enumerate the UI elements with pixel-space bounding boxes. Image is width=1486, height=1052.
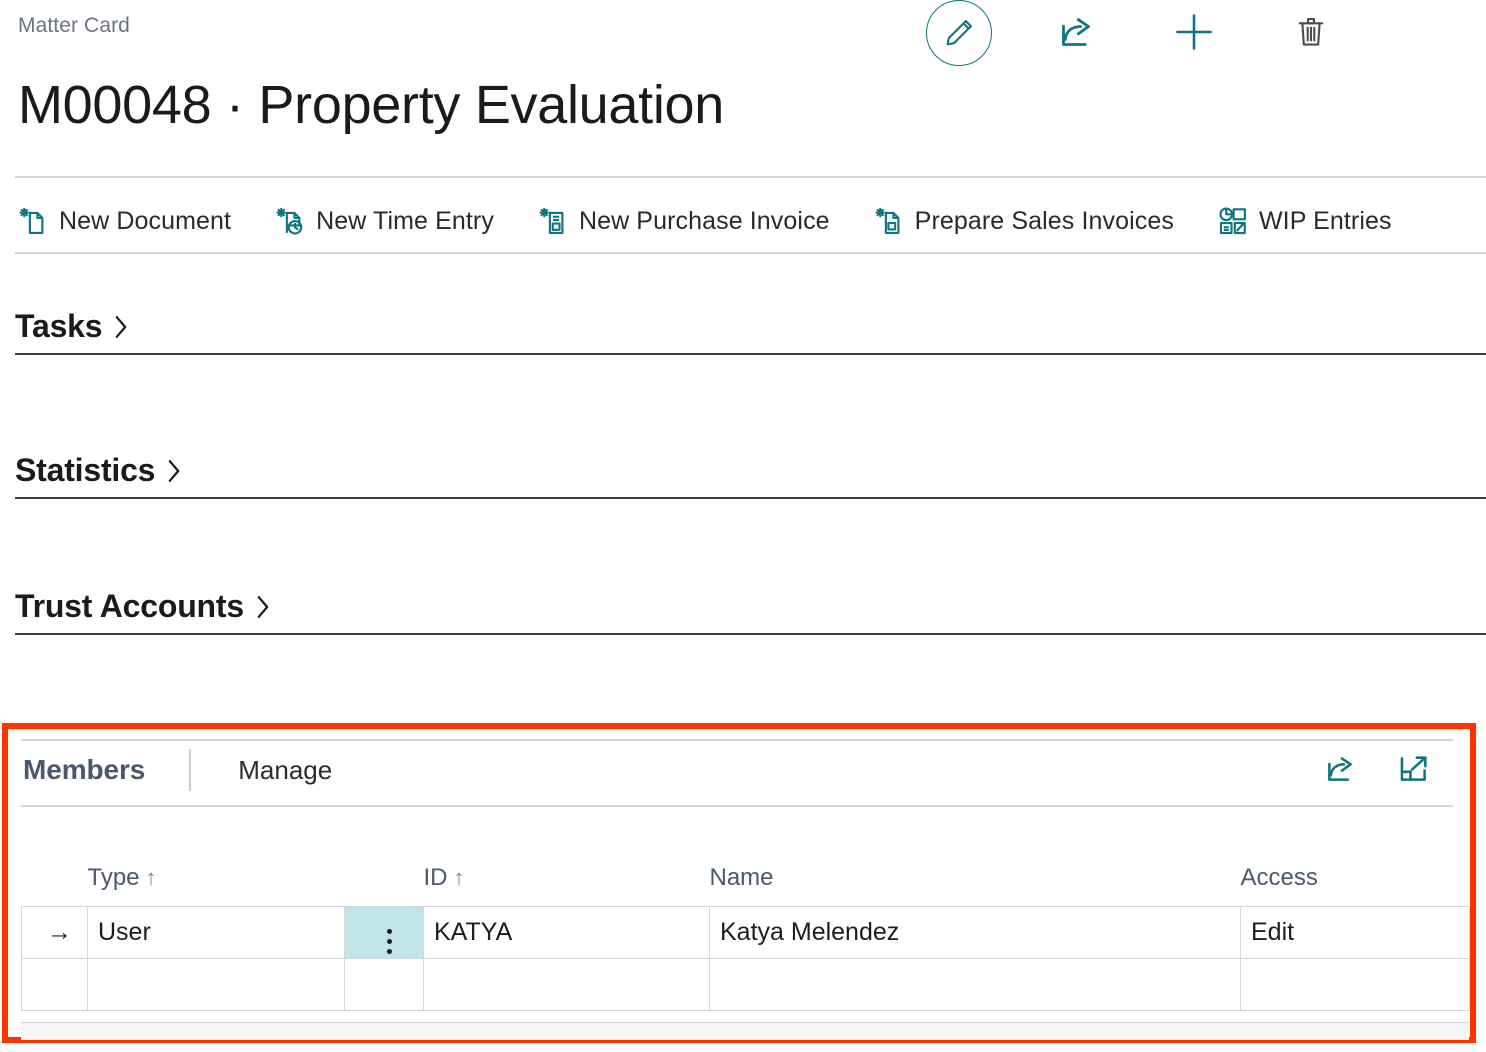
th-access[interactable]: Access	[1241, 864, 1470, 907]
plus-icon	[1172, 10, 1216, 57]
edit-button[interactable]	[900, 0, 1018, 66]
section-tasks-header[interactable]: Tasks	[15, 308, 1486, 353]
members-header-icons	[1322, 752, 1432, 788]
members-expand-button[interactable]	[1396, 752, 1432, 788]
prepare-sales-invoices-action[interactable]: Prepare Sales Invoices	[874, 206, 1174, 236]
th-type-label: Type	[87, 864, 140, 891]
header-vertical-divider	[189, 749, 192, 791]
members-caption: Members	[23, 754, 146, 785]
breadcrumb: Matter Card	[18, 14, 130, 37]
cell-name[interactable]: Katya Melendez	[709, 906, 1241, 959]
members-panel-header: Members Manage	[8, 743, 1470, 797]
cell-access[interactable]	[1240, 958, 1470, 1011]
section-title: Tasks	[15, 308, 103, 344]
row-indicator: →	[21, 906, 88, 959]
cell-name[interactable]	[709, 958, 1241, 1011]
action-label: New Document	[59, 206, 232, 235]
action-bar-divider	[15, 252, 1486, 254]
new-time-entry-icon	[275, 206, 305, 236]
kebab-menu-icon	[386, 928, 392, 954]
new-document-action[interactable]: New Document	[18, 206, 231, 236]
chevron-right-icon	[253, 593, 273, 621]
section-divider	[15, 353, 1486, 355]
members-share-button[interactable]	[1322, 752, 1358, 788]
section-title: Trust Accounts	[15, 588, 244, 624]
row-options-button[interactable]	[344, 958, 424, 1011]
th-indicator	[22, 864, 88, 907]
page-title: M00048 · Property Evaluation	[18, 75, 724, 135]
table-row[interactable]: → User KATYA Katya Melendez Edit	[21, 906, 1470, 959]
prepare-sales-invoices-icon	[874, 206, 904, 236]
table-header-row: Type ↑ ID ↑ Name Access	[22, 864, 1470, 907]
cell-type[interactable]	[87, 958, 345, 1011]
section-statistics-header[interactable]: Statistics	[15, 452, 1486, 497]
share-icon	[1056, 12, 1096, 55]
sort-ascending-icon: ↑	[145, 865, 157, 890]
share-icon	[1323, 752, 1357, 789]
row-indicator	[21, 958, 88, 1011]
new-time-entry-action[interactable]: New Time Entry	[275, 206, 494, 236]
new-button[interactable]	[1135, 0, 1253, 66]
th-name-label: Name	[709, 864, 774, 891]
section-tasks: Tasks	[15, 308, 1486, 355]
cell-id[interactable]: KATYA	[423, 906, 710, 959]
new-document-icon	[18, 206, 48, 236]
members-highlight-box: Members Manage Type ↑ ID ↑ Name Access →…	[2, 723, 1476, 1043]
row-options-button[interactable]	[344, 906, 424, 959]
section-divider	[15, 633, 1486, 635]
members-grid: Type ↑ ID ↑ Name Access → User KATYA Kat…	[21, 864, 1470, 1011]
share-button[interactable]	[1018, 0, 1136, 66]
action-label: New Purchase Invoice	[578, 206, 830, 235]
manage-button[interactable]: Manage	[238, 755, 332, 786]
th-id-label: ID	[423, 864, 448, 891]
table-row[interactable]	[21, 958, 1470, 1011]
section-trust-accounts-header[interactable]: Trust Accounts	[15, 588, 1486, 633]
wip-entries-icon	[1218, 206, 1248, 236]
members-table: Type ↑ ID ↑ Name Access → User KATYA Kat…	[21, 864, 1470, 1011]
new-purchase-invoice-action[interactable]: New Purchase Invoice	[538, 206, 830, 236]
trash-icon	[1293, 14, 1329, 53]
title-actions-toolbar	[900, 0, 1370, 66]
section-trust-accounts: Trust Accounts	[15, 588, 1486, 635]
th-access-label: Access	[1240, 864, 1318, 891]
th-kebab	[345, 864, 424, 907]
th-type[interactable]: Type ↑	[88, 864, 345, 907]
action-label: Prepare Sales Invoices	[914, 206, 1174, 235]
action-bar: New Document New Time Entry New Purchase…	[0, 190, 1486, 252]
action-label: WIP Entries	[1258, 206, 1392, 235]
chevron-right-icon	[164, 457, 184, 485]
members-bottom-divider	[21, 805, 1453, 807]
header-divider	[15, 176, 1486, 178]
pencil-icon	[925, 0, 992, 66]
new-purchase-invoice-icon	[538, 206, 568, 236]
delete-button[interactable]	[1253, 0, 1371, 66]
cell-id[interactable]	[423, 958, 710, 1011]
section-title: Statistics	[15, 452, 156, 488]
grid-footer-strip	[21, 1022, 1469, 1040]
cell-access[interactable]: Edit	[1240, 906, 1470, 959]
sort-ascending-icon: ↑	[453, 865, 465, 890]
expand-icon	[1397, 752, 1431, 789]
chevron-right-icon	[111, 313, 131, 341]
members-top-divider	[21, 739, 1453, 741]
section-statistics: Statistics	[15, 452, 1486, 499]
th-name[interactable]: Name	[710, 864, 1241, 907]
members-panel: Members Manage Type ↑ ID ↑ Name Access →…	[8, 729, 1470, 1040]
section-divider	[15, 497, 1486, 499]
th-id[interactable]: ID ↑	[424, 864, 710, 907]
cell-type[interactable]: User	[87, 906, 345, 959]
action-label: New Time Entry	[316, 206, 494, 235]
wip-entries-action[interactable]: WIP Entries	[1218, 206, 1392, 236]
